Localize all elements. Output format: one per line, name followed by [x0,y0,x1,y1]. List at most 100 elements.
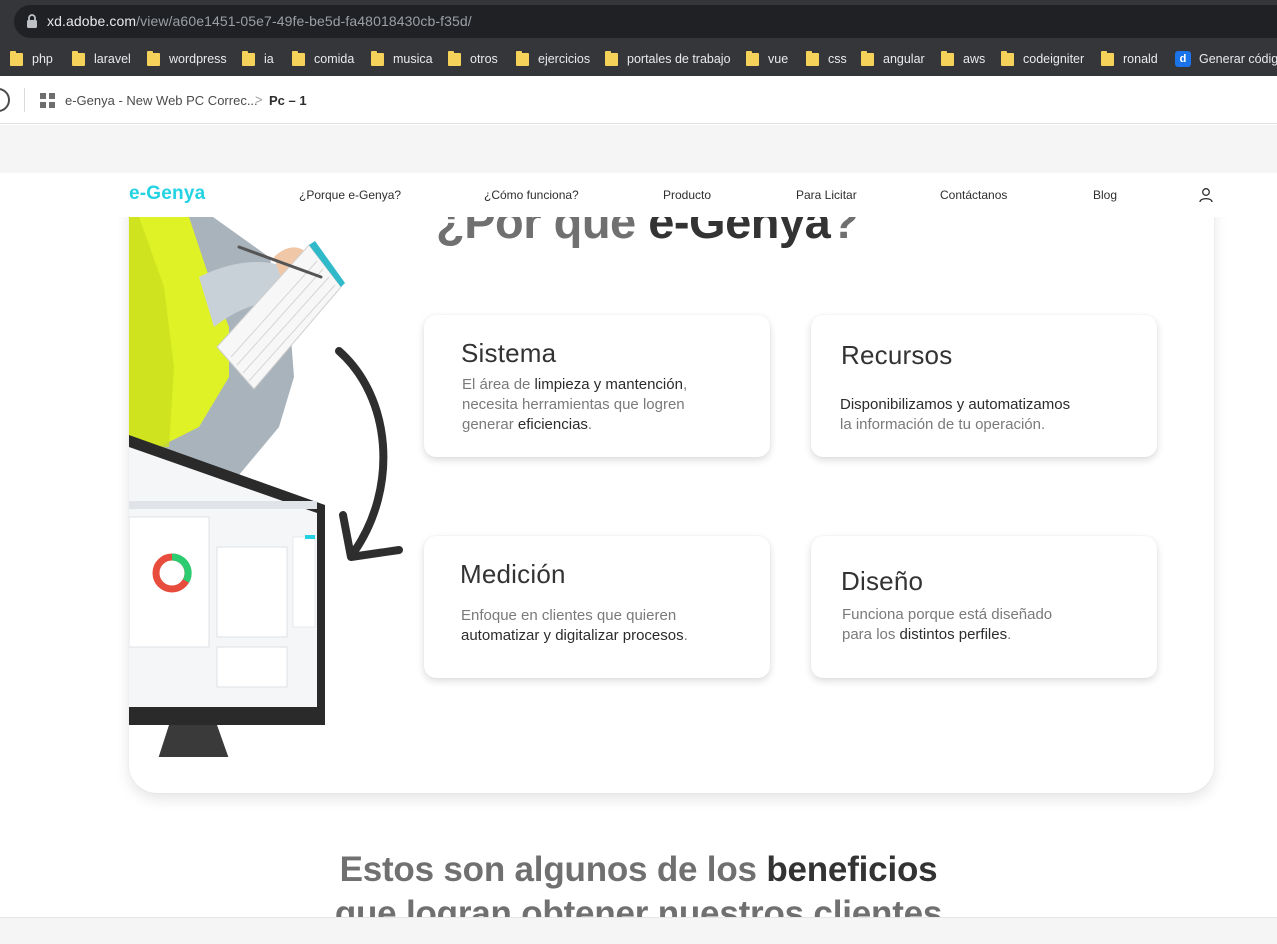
folder-icon [242,50,255,66]
nav-link-1[interactable]: ¿Cómo funciona? [484,188,579,202]
browser-url-bar: xd.adobe.com/view/a60e1451-05e7-49fe-be5… [0,0,1277,42]
feature-description: Disponibilizamos y automatizamos la infor… [840,395,1070,435]
bookmark-label: php [32,52,53,66]
feature-title: Medición [460,559,566,589]
nav-link-4[interactable]: Contáctanos [940,188,1007,202]
folder-icon [10,50,23,66]
bookmark-9[interactable]: vue [746,42,788,76]
bookmark-8[interactable]: portales de trabajo [605,42,731,76]
worker-with-monitor-image [129,217,403,757]
feature-description: El área de limpieza y mantención, necesit… [462,375,687,435]
bookmark-12[interactable]: aws [941,42,985,76]
feature-card-diseno: Diseño Funciona porque está diseñado para… [811,536,1157,678]
feature-description: Enfoque en clientes que quieren automatiz… [461,606,688,646]
folder-icon [72,50,85,66]
emphasis-text: Disponibilizamos y automatizamos [840,396,1071,413]
nav-link-2[interactable]: Producto [663,188,711,202]
feature-description: Funciona porque está diseñado para los di… [842,605,1052,645]
user-icon[interactable] [1198,187,1214,203]
bookmark-label: laravel [94,52,131,66]
nav-link-5[interactable]: Blog [1093,188,1117,202]
bookmarks-bar: php laravel wordpress ia comida musica otros ej… [0,42,1277,76]
nav-link-3[interactable]: Para Licitar [796,188,857,202]
bookmark-2[interactable]: wordpress [147,42,227,76]
grid-icon[interactable] [40,93,55,108]
bookmark-label: ejercicios [538,52,591,66]
viewer-bottom-bar [0,917,1277,944]
emphasis-text: limpieza y mantención [534,376,683,393]
bookmark-label: codeigniter [1023,52,1085,66]
folder-icon [746,50,759,66]
bookmark-label: vue [768,52,789,66]
toolbar-divider [24,88,25,112]
folder-icon [448,50,461,66]
bookmark-10[interactable]: css [806,42,847,76]
bookmark-label: portales de trabajo [627,52,731,66]
emphasis-text: distintos perfiles [899,626,1008,643]
site-logo[interactable]: e-Genya [129,183,205,205]
folder-icon [371,50,384,66]
breadcrumb-page: Pc – 1 [269,93,307,108]
body-text: . [683,627,688,644]
bookmark-4[interactable]: comida [292,42,354,76]
bookmark-1[interactable]: laravel [72,42,131,76]
site-navbar: e-Genya ¿Porque e-Genya? ¿Cómo funciona? P… [0,173,1277,217]
folder-icon [861,50,874,66]
folder-icon [1001,50,1014,66]
folder-icon [605,50,618,66]
bookmark-11[interactable]: angular [861,42,925,76]
body-text: necesita herramientas que logren [462,396,685,413]
bookmark-label: ronald [1123,52,1158,66]
bookmark-label: Generar código [1199,52,1277,66]
bookmark-label: comida [314,52,355,66]
artboard: ¿Por qué e-Genya? Sistema El área de lim… [0,173,1277,917]
body-text: para los [842,626,900,643]
body-text: Funciona porque está diseñado [842,606,1053,623]
lock-icon [27,14,37,28]
body-text: . [1007,626,1012,643]
bookmark-3[interactable]: ia [242,42,274,76]
bookmark-label: css [828,52,847,66]
folder-icon [941,50,954,66]
bookmark-0[interactable]: php [10,42,53,76]
bookmark-6[interactable]: otros [448,42,498,76]
emphasis-text: eficiencias [517,416,588,433]
folder-icon [147,50,160,66]
folder-icon [292,50,305,66]
hero-illustration [129,217,419,757]
bookmark-label: musica [393,52,433,66]
body-text: . [587,416,593,433]
body-text: El área de [462,376,535,393]
bookmark-14[interactable]: ronald [1101,42,1158,76]
body-text: la información de tu operación. [840,416,1046,433]
emphasis-text: automatizar y digitalizar procesos [461,627,684,644]
body-text: , [682,376,688,393]
url-text[interactable]: xd.adobe.com/view/a60e1451-05e7-49fe-be5… [47,13,472,29]
breadcrumb-document[interactable]: e-Genya - New Web PC Correc... [65,93,258,108]
feature-card-sistema: Sistema El área de limpieza y mantención… [424,315,770,457]
feature-title: Diseño [841,566,924,596]
folder-icon [1101,50,1114,66]
bookmark-label: ia [264,52,274,66]
body-text: generar [462,416,518,433]
bookmark-label: wordpress [169,52,227,66]
folder-icon [516,50,529,66]
nav-link-0[interactable]: ¿Porque e-Genya? [299,188,401,202]
benefits-title: Estos son algunos de los beneficios que l… [334,850,943,917]
app-icon: d [1175,51,1191,67]
back-button[interactable] [0,88,10,112]
bookmark-13[interactable]: codeigniter [1001,42,1084,76]
bookmark-15[interactable]: d Generar código [1175,42,1277,76]
body-text: Enfoque en clientes que quieren [461,607,677,624]
feature-card-recursos: Recursos Disponibilizamos y automatizamo… [811,315,1157,457]
feature-title: Recursos [841,340,953,370]
breadcrumb-separator: > [255,92,263,107]
bookmark-label: otros [470,52,498,66]
bookmark-label: angular [883,52,925,66]
bookmark-7[interactable]: ejercicios [516,42,590,76]
feature-card-medicion: Medición Enfoque en clientes que quieren… [424,536,770,678]
bookmark-5[interactable]: musica [371,42,433,76]
feature-title: Sistema [461,338,557,368]
bookmark-label: aws [963,52,986,66]
folder-icon [806,50,819,66]
